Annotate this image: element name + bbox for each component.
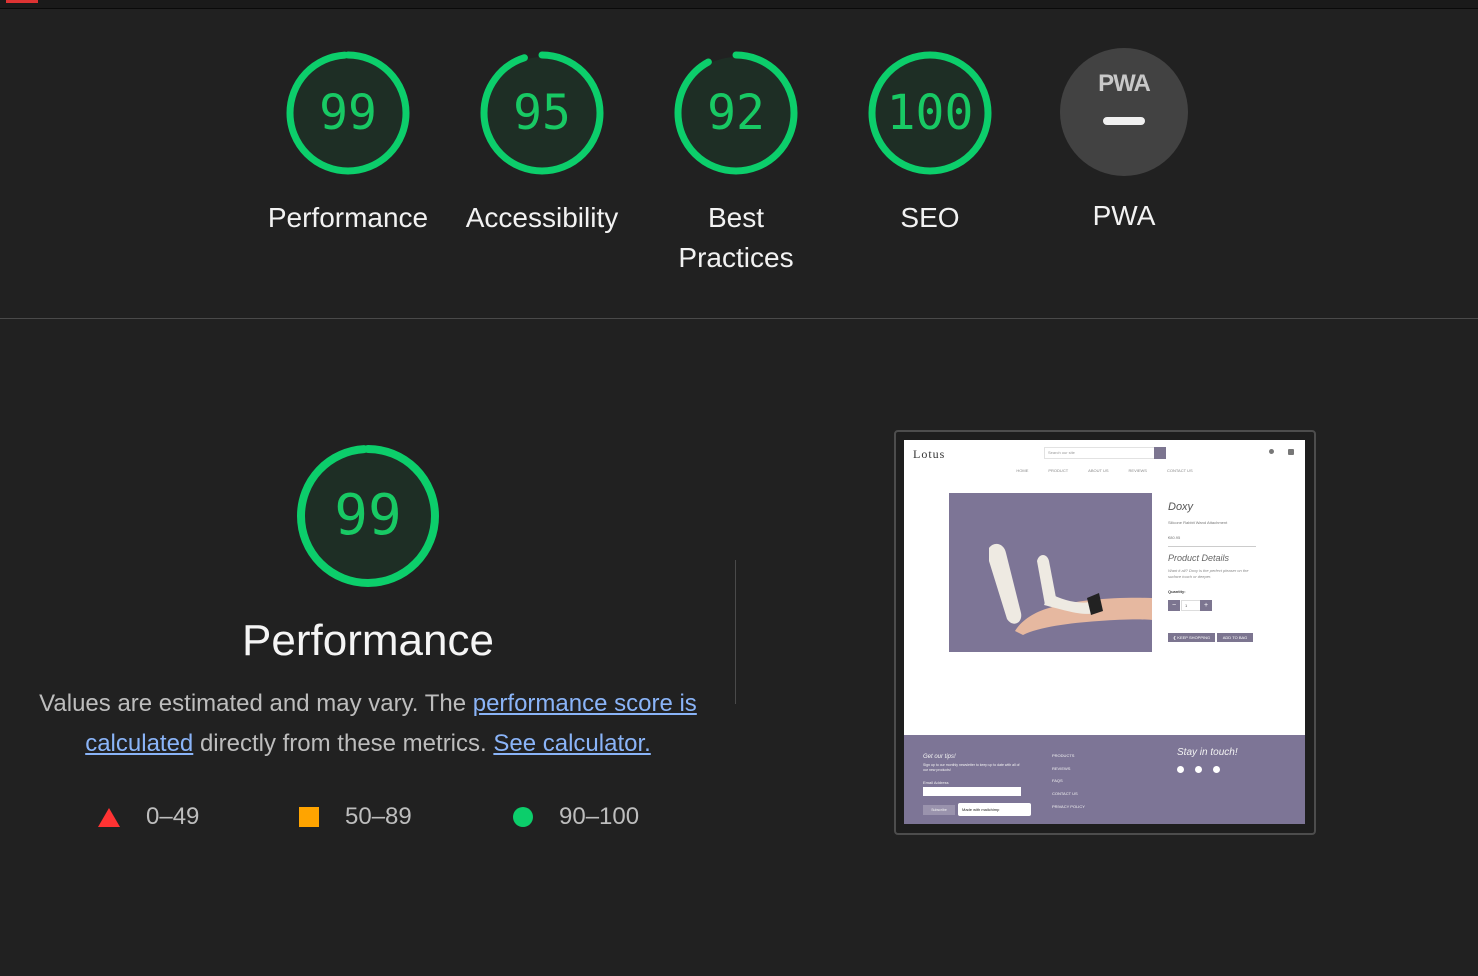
gauge-score: 92 (707, 85, 765, 141)
legend-range: 0–49 (146, 803, 200, 830)
footer-link: REVIEWS (1052, 765, 1071, 771)
product-photo (949, 493, 1152, 652)
youtube-icon (1213, 766, 1220, 773)
performance-title: Performance (242, 616, 494, 665)
gauge-ring: 99 (283, 48, 413, 178)
gauge-score: 99 (319, 85, 377, 141)
see-calculator-link[interactable]: See calculator. (493, 730, 650, 757)
instagram-icon (1195, 766, 1202, 773)
site-footer: Get our tips! Sign up to our monthly new… (904, 735, 1305, 824)
performance-gauge: 99 (294, 442, 442, 590)
final-screenshot[interactable]: Lotus Search our site HOME PRODUCT ABOUT… (894, 430, 1316, 835)
facebook-icon (1177, 766, 1184, 773)
square-icon (299, 807, 319, 827)
footer-tips-title: Get our tips! (923, 754, 956, 760)
footer-tips-description: Sign up to our monthly newsletter to kee… (923, 763, 1020, 772)
gauge-label-line: Practices (678, 242, 794, 273)
tab-indicator (6, 0, 38, 3)
legend-range: 50–89 (345, 803, 412, 830)
gauge-ring: 100 (865, 48, 995, 178)
product-price: €80.95 (1168, 535, 1181, 540)
footer-links: PRODUCTS REVIEWS FAQS CONTACT US PRIVACY… (1052, 750, 1085, 814)
site-nav: HOME PRODUCT ABOUT US REVIEWS CONTACT US (904, 468, 1305, 473)
legend-average: 50–89 (299, 800, 412, 834)
gauge-label: Accessibility (465, 202, 619, 233)
site-search-input: Search our site (1044, 447, 1161, 459)
triangle-icon (98, 807, 120, 827)
product-details-heading: Product Details (1168, 553, 1230, 563)
legend-pass: 90–100 (513, 800, 639, 834)
gauge-score: 100 (886, 85, 974, 141)
quantity-label: Quantity: (1168, 589, 1186, 594)
circle-icon (513, 807, 533, 827)
nav-item: CONTACT US (1166, 468, 1193, 473)
dash-icon (1103, 117, 1145, 125)
legend-range: 90–100 (559, 803, 640, 830)
footer-email-label: Email Address (923, 780, 949, 785)
add-to-bag-button: ADD TO BAG (1217, 633, 1253, 642)
gauge-score: 95 (513, 85, 571, 141)
gauge-ring: 95 (477, 48, 607, 178)
gauge-label: PWA (1092, 200, 1156, 231)
nav-item: ABOUT US (1088, 468, 1109, 473)
search-icon (1154, 447, 1166, 459)
footer-subscribe-button: Subscribe (923, 805, 955, 815)
desc-text: Values are estimated and may vary. The (39, 690, 473, 717)
footer-email-field (923, 787, 1021, 796)
top-bar (0, 0, 1478, 9)
footer-link: PRIVACY POLICY (1052, 803, 1085, 809)
product-details-text: Want it all? Doxy is the perfect pleaser… (1168, 568, 1249, 579)
gauge-label-line: Best (707, 202, 765, 233)
mailchimp-badge: Made with mailchimp (958, 803, 1031, 816)
pwa-badge: PWA (1060, 48, 1188, 176)
nav-item: HOME (1016, 468, 1029, 473)
desc-text: directly from these metrics. (193, 730, 494, 757)
keep-shopping-button: ❮ KEEP SHOPPING (1168, 633, 1215, 642)
vertical-divider (735, 560, 736, 704)
quantity-minus-button: − (1168, 600, 1180, 611)
gauge-performance[interactable]: 99 Performance (258, 48, 438, 238)
gauge-seo[interactable]: 100 SEO (840, 48, 1020, 238)
gauge-label: Performance (267, 202, 429, 233)
nav-item: PRODUCT (1048, 468, 1069, 473)
account-icon (1269, 449, 1274, 454)
gauge-label: Best Practices (646, 198, 826, 278)
site-logo: Lotus (913, 447, 946, 461)
gauge-ring: 92 (671, 48, 801, 178)
product-image (949, 493, 1152, 652)
gauge-best-practices[interactable]: 92 Best Practices (646, 48, 826, 278)
footer-touch-title: Stay in touch! (1177, 747, 1238, 758)
screenshot-page: Lotus Search our site HOME PRODUCT ABOUT… (904, 440, 1305, 824)
nav-item: REVIEWS (1128, 468, 1147, 473)
footer-link: FAQS (1052, 778, 1063, 784)
gauge-label: SEO (900, 202, 960, 233)
quantity-plus-button: + (1200, 600, 1212, 611)
performance-score: 99 (334, 483, 402, 548)
section-divider (0, 318, 1478, 319)
footer-link: CONTACT US (1052, 791, 1078, 797)
bag-icon (1288, 449, 1294, 455)
product-title: Doxy (1168, 501, 1194, 513)
product-divider (1168, 546, 1256, 547)
footer-link: PRODUCTS (1052, 753, 1075, 758)
legend-fail: 0–49 (98, 800, 199, 834)
pwa-logo: PWA (1098, 70, 1151, 97)
gauge-accessibility[interactable]: 95 Accessibility (452, 48, 632, 238)
gauge-pwa[interactable]: PWA PWA (1034, 48, 1214, 236)
performance-description: Values are estimated and may vary. The p… (38, 684, 698, 764)
product-subtitle: Silicone Rabbit Wand Attachment (1168, 520, 1228, 525)
